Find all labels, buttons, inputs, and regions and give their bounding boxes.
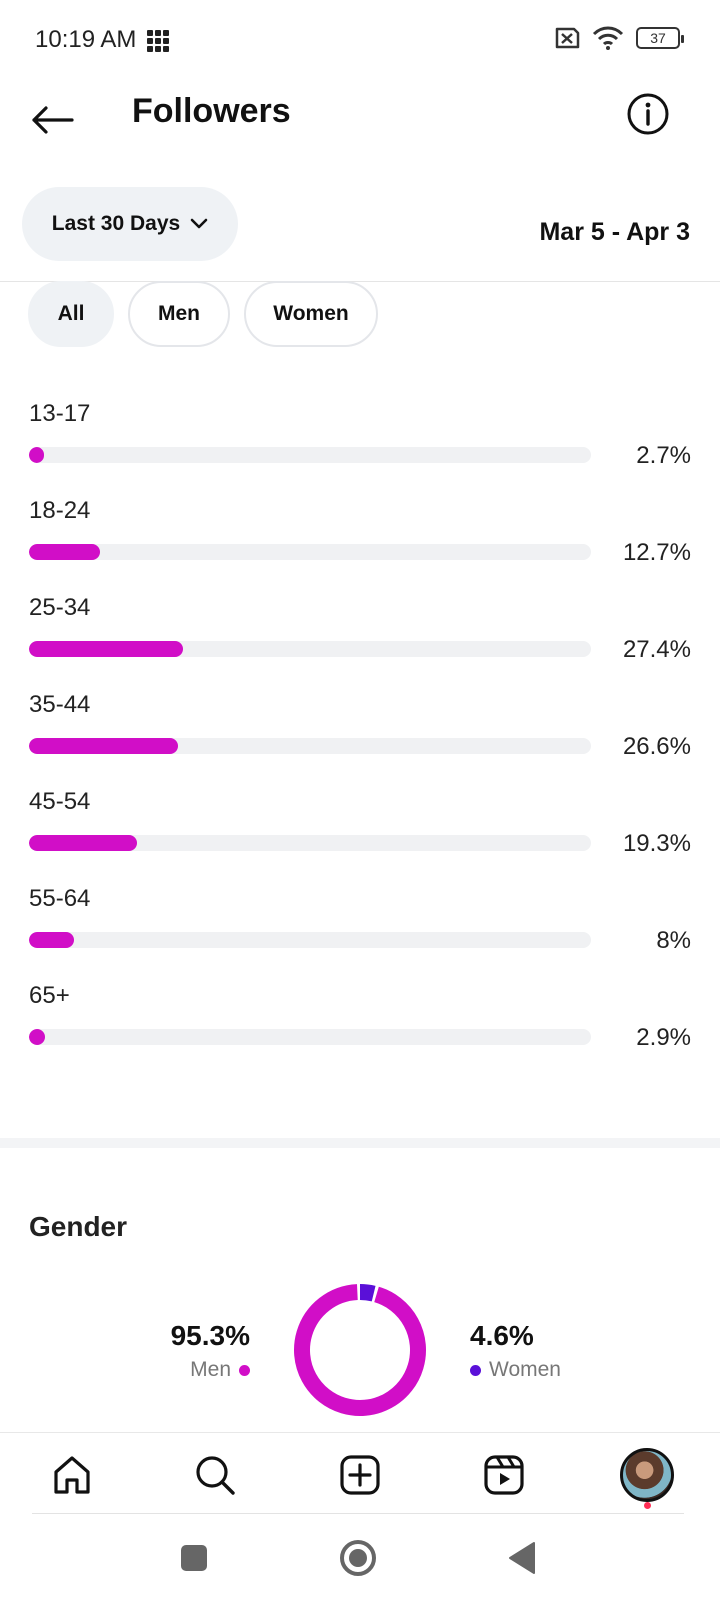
women-legend-label: Women: [489, 1358, 561, 1381]
gender-section-title: Gender: [29, 1211, 128, 1242]
age-range-label: 55-64: [29, 885, 91, 912]
age-percentage: 2.7%: [636, 442, 691, 469]
bar-track: [29, 1029, 591, 1045]
age-range-label: 18-24: [29, 497, 91, 524]
back-system-button[interactable]: [500, 1536, 544, 1580]
men-percentage: 95.3%: [170, 1320, 250, 1351]
age-range-chart: 13-17 2.7% 18-24 12.7% 25-34 27.4% 35-44 26.6% 4…: [29, 400, 691, 1079]
gender-donut-chart: [294, 1284, 426, 1416]
back-button[interactable]: [28, 96, 76, 144]
age-range-label: 25-34: [29, 594, 91, 621]
age-bar: [29, 544, 101, 560]
age-range-label: 45-54: [29, 788, 91, 815]
age-range-label: 65+: [29, 982, 70, 1009]
age-percentage: 19.3%: [622, 830, 691, 857]
age-percentage: 26.6%: [622, 733, 691, 760]
gender-filter-chips: All Men Women: [28, 281, 378, 347]
bar-track: [29, 932, 591, 948]
age-row: 45-54 19.3%: [29, 788, 691, 885]
gender-men-stat: 95.3% Men: [150, 1320, 250, 1382]
women-legend-dot: [470, 1364, 481, 1376]
profile-avatar: [620, 1448, 674, 1502]
nav-create[interactable]: [330, 1445, 390, 1505]
page-title: Followers: [132, 92, 291, 130]
age-range-label: 13-17: [29, 400, 91, 427]
battery-icon: 37: [636, 27, 684, 49]
bar-track: [29, 738, 591, 754]
age-row: 65+ 2.9%: [29, 982, 691, 1079]
no-sim-icon: [555, 27, 580, 49]
square-icon: [181, 1545, 207, 1571]
filter-chip-men[interactable]: Men: [128, 281, 230, 347]
nav-reels[interactable]: [474, 1445, 534, 1505]
bar-track: [29, 447, 591, 463]
age-row: 55-64 8%: [29, 885, 691, 982]
wifi-icon: [592, 26, 624, 50]
header: Followers: [0, 80, 720, 180]
men-legend-label: Men: [190, 1358, 231, 1381]
app-grid-icon: [147, 30, 169, 52]
search-icon: [196, 1456, 235, 1495]
age-bar: [29, 641, 183, 657]
home-icon: [54, 1456, 90, 1494]
age-range-label: 35-44: [29, 691, 91, 718]
notification-dot: [644, 1502, 651, 1509]
bar-track: [29, 641, 591, 657]
status-bar: 10:19 AM 37: [0, 0, 720, 80]
age-bar: [29, 835, 138, 851]
women-percentage: 4.6%: [470, 1320, 534, 1351]
bottom-nav: [0, 1432, 720, 1514]
triangle-back-icon: [509, 1542, 535, 1574]
age-percentage: 8%: [656, 927, 691, 954]
men-legend: Men: [150, 1358, 250, 1382]
home-system-button[interactable]: [336, 1536, 380, 1580]
age-row: 13-17 2.7%: [29, 400, 691, 497]
chevron-down-icon: [190, 218, 208, 229]
gender-women-stat: 4.6% Women: [470, 1320, 590, 1382]
age-row: 18-24 12.7%: [29, 497, 691, 594]
reels-icon: [484, 1455, 524, 1495]
bar-track: [29, 835, 591, 851]
age-percentage: 12.7%: [622, 539, 691, 566]
create-icon: [340, 1455, 380, 1495]
circle-icon: [340, 1540, 376, 1576]
back-arrow-icon: [32, 106, 74, 134]
donut-slice-men: [294, 1284, 426, 1416]
age-percentage: 27.4%: [622, 636, 691, 663]
filter-chip-all[interactable]: All: [28, 281, 114, 347]
age-percentage: 2.9%: [636, 1024, 691, 1051]
recents-button[interactable]: [172, 1536, 216, 1580]
men-legend-dot: [239, 1364, 250, 1376]
age-bar: [29, 447, 45, 463]
battery-level: 37: [650, 30, 666, 46]
age-row: 35-44 26.6%: [29, 691, 691, 788]
system-nav-bar: [0, 1514, 720, 1600]
bar-track: [29, 544, 591, 560]
date-range-dropdown[interactable]: Last 30 Days: [22, 187, 238, 261]
women-legend: Women: [470, 1358, 590, 1382]
date-range-dropdown-label: Last 30 Days: [51, 212, 181, 235]
age-bar: [29, 932, 74, 948]
info-icon: [627, 93, 669, 135]
status-icons: 37: [552, 26, 684, 50]
status-time: 10:19 AM: [35, 26, 137, 53]
nav-profile[interactable]: [617, 1445, 677, 1509]
section-separator: [0, 1138, 720, 1148]
nav-home[interactable]: [42, 1445, 102, 1505]
age-row: 25-34 27.4%: [29, 594, 691, 691]
age-bar: [29, 1029, 46, 1045]
age-bar: [29, 738, 179, 754]
date-range-text: Mar 5 - Apr 3: [539, 218, 690, 246]
filter-chip-women[interactable]: Women: [244, 281, 378, 347]
info-button[interactable]: [626, 92, 670, 136]
nav-search[interactable]: [185, 1445, 245, 1505]
